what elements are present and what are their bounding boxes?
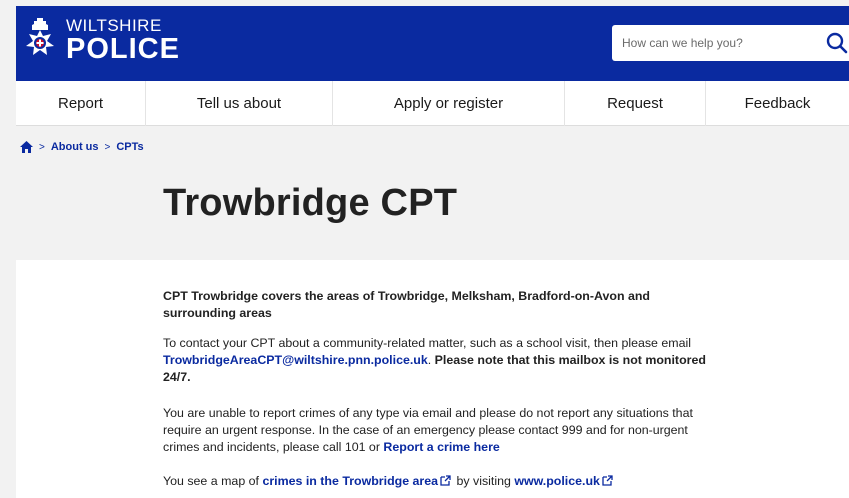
- police-uk-link[interactable]: www.police.uk: [514, 474, 600, 488]
- logo-line1: WILTSHIRE: [66, 15, 162, 35]
- contact-text: To contact your CPT about a community-re…: [163, 336, 692, 350]
- breadcrumb-separator: >: [104, 141, 111, 153]
- police-crest-icon: [26, 18, 54, 55]
- email-link[interactable]: TrowbridgeAreaCPT@wiltshire.pnn.police.u…: [163, 353, 428, 367]
- crimes-map-link[interactable]: crimes in the Trowbridge area: [262, 474, 438, 488]
- nav-item-feedback[interactable]: Feedback: [706, 81, 849, 126]
- main-nav: Report Tell us about Apply or register R…: [16, 81, 849, 126]
- nav-label: Apply or register: [393, 95, 504, 112]
- report-crime-link[interactable]: Report a crime here: [383, 440, 499, 454]
- nav-item-tell-us-about[interactable]: Tell us about: [146, 81, 333, 126]
- map-text: You see a map of: [163, 474, 263, 488]
- reporting-paragraph: You are unable to report crimes of any t…: [163, 405, 723, 456]
- nav-item-apply-or-register[interactable]: Apply or register: [333, 81, 565, 126]
- contact-paragraph: To contact your CPT about a community-re…: [163, 335, 723, 386]
- contact-text-mid: .: [427, 353, 435, 367]
- search-icon[interactable]: [826, 32, 848, 54]
- breadcrumb-cpts[interactable]: CPTs: [116, 141, 143, 153]
- page-title: Trowbridge CPT: [163, 182, 458, 224]
- nav-item-request[interactable]: Request: [565, 81, 706, 126]
- main-content: CPT Trowbridge covers the areas of Trowb…: [16, 260, 849, 498]
- breadcrumb-about-us[interactable]: About us: [51, 141, 99, 153]
- nav-label: Tell us about: [196, 95, 282, 112]
- nav-label: Request: [607, 95, 663, 112]
- external-link-icon: [440, 475, 451, 486]
- site-logo[interactable]: WILTSHIRE POLICE: [24, 16, 180, 64]
- breadcrumb-separator: >: [39, 141, 45, 153]
- intro-paragraph: CPT Trowbridge covers the areas of Trowb…: [163, 289, 650, 320]
- home-icon[interactable]: [20, 141, 33, 153]
- nav-item-report[interactable]: Report: [16, 81, 146, 126]
- breadcrumb: > About us > CPTs: [20, 141, 144, 153]
- search-input[interactable]: [622, 34, 802, 52]
- map-text-mid: by visiting: [453, 474, 515, 488]
- nav-label: Feedback: [744, 95, 811, 112]
- search-box: [612, 25, 849, 61]
- site-header: WILTSHIRE POLICE: [16, 6, 849, 81]
- external-link-icon: [602, 475, 613, 486]
- map-paragraph: You see a map of crimes in the Trowbridg…: [163, 473, 723, 490]
- nav-label: Report: [57, 95, 104, 112]
- logo-line2: POLICE: [66, 32, 180, 65]
